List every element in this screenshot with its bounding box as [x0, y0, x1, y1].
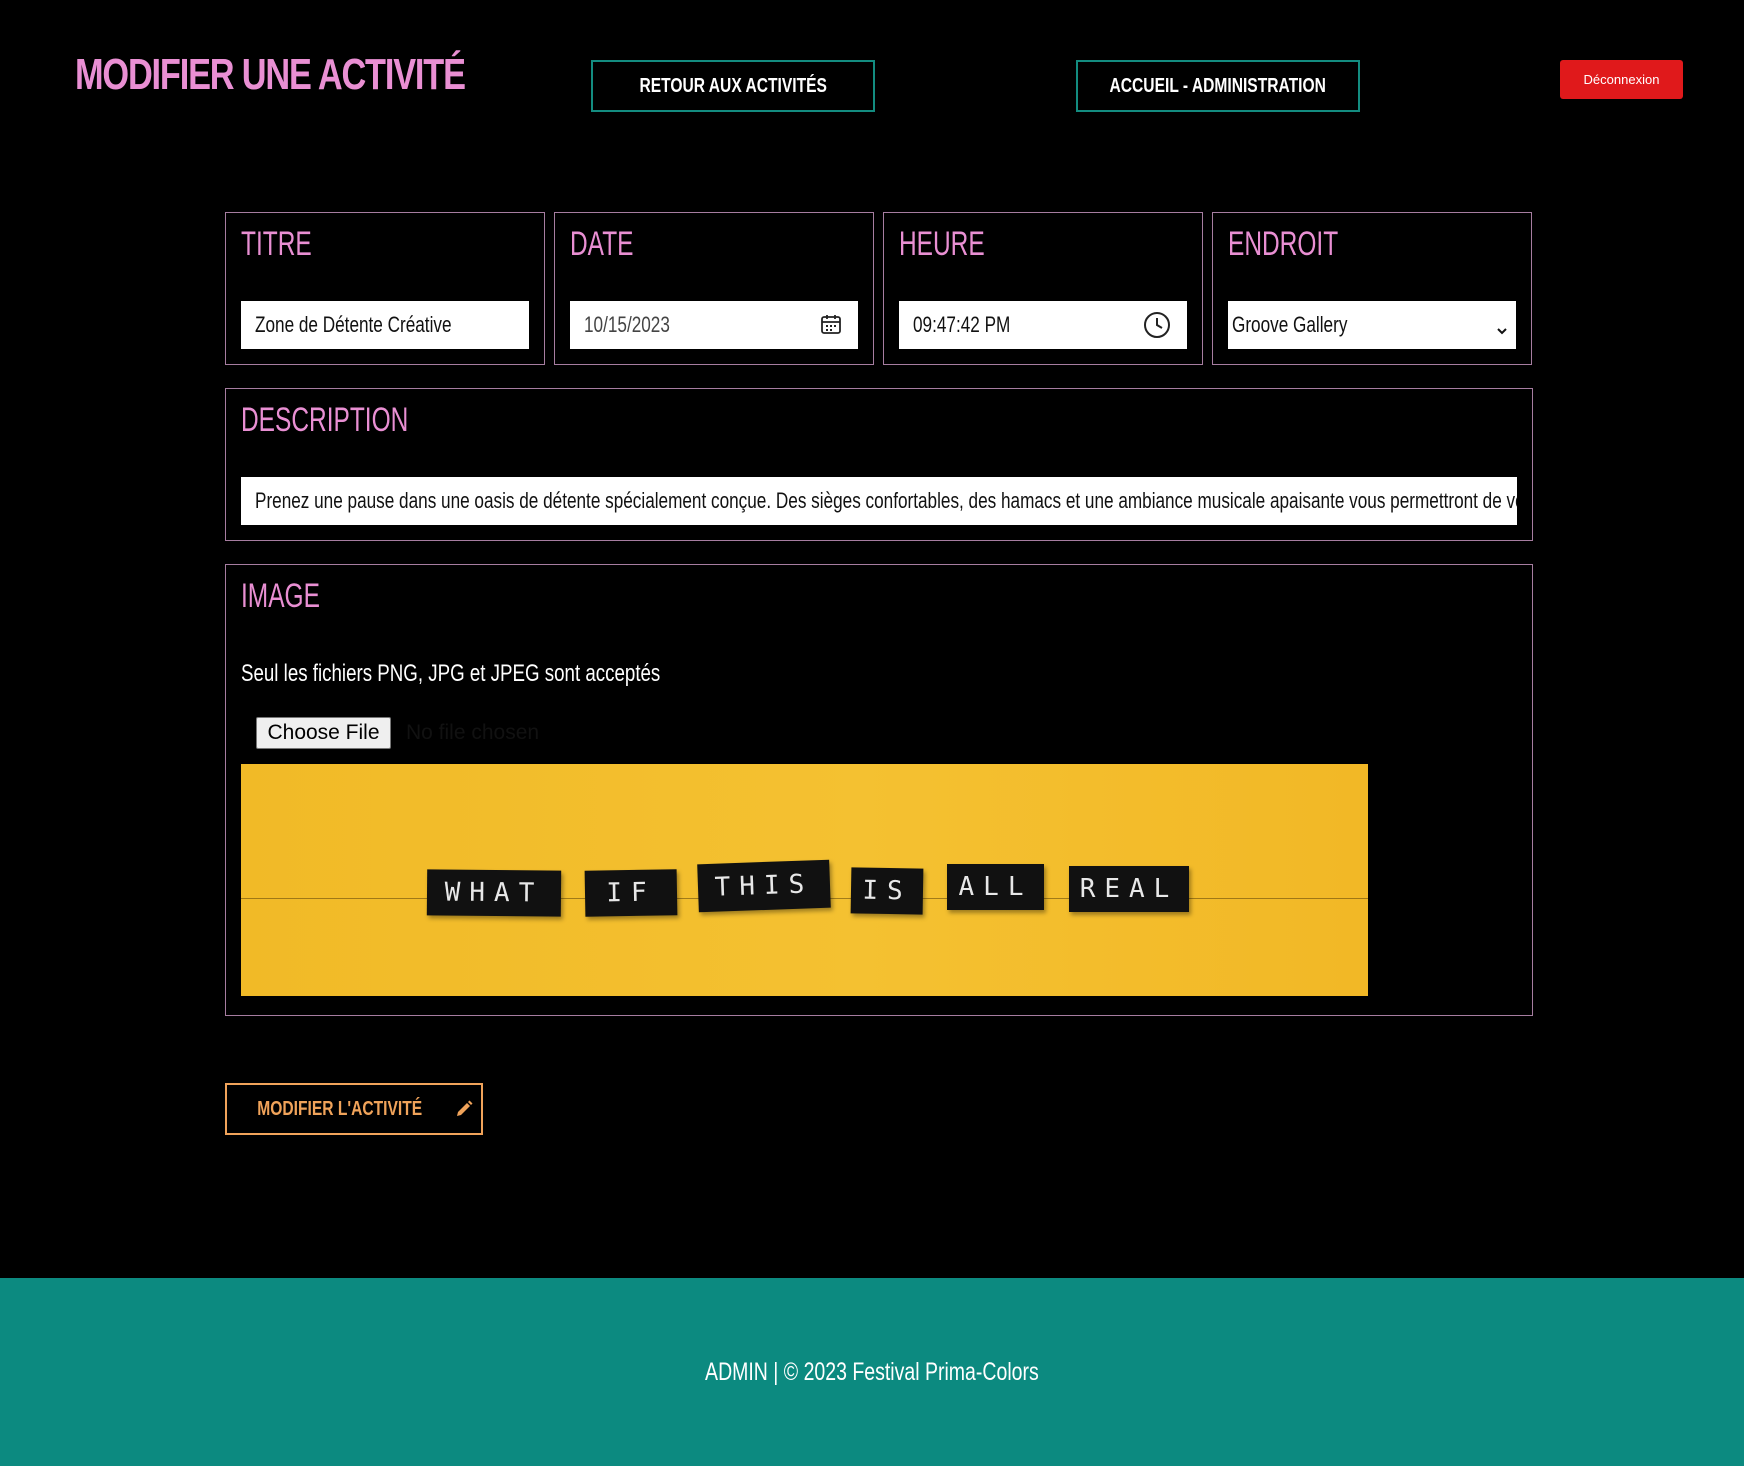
preview-word: REAL — [1069, 866, 1189, 912]
back-to-activities-button[interactable]: RETOUR AUX ACTIVITÉS — [591, 60, 875, 112]
location-box: ENDROIT Groove Gallery — [1212, 212, 1532, 365]
footer-text: ADMIN | © 2023 Festival Prima-Colors — [705, 1357, 1039, 1386]
page-title: MODIFIER UNE ACTIVITÉ — [75, 50, 466, 99]
preview-word: THIS — [697, 859, 831, 913]
choose-file-button[interactable]: Choose File — [256, 717, 391, 749]
submit-edit-activity-button[interactable]: MODIFIER L'ACTIVITÉ — [225, 1083, 483, 1135]
image-preview: WHAT IF THIS IS ALL REAL — [241, 764, 1368, 996]
logout-button[interactable]: Déconnexion — [1560, 60, 1683, 99]
date-label: DATE — [570, 225, 634, 263]
time-input-value: 09:47:42 PM — [913, 312, 1011, 337]
clock-icon[interactable] — [1143, 311, 1171, 345]
image-label: IMAGE — [241, 577, 320, 615]
back-to-activities-label: RETOUR AUX ACTIVITÉS — [639, 74, 827, 97]
time-input[interactable]: 09:47:42 PM — [899, 301, 1187, 349]
title-label: TITRE — [241, 225, 312, 263]
admin-home-button[interactable]: ACCUEIL - ADMINISTRATION — [1076, 60, 1360, 112]
description-label: DESCRIPTION — [241, 401, 409, 439]
location-label: ENDROIT — [1228, 225, 1339, 263]
file-status: No file chosen — [406, 721, 540, 744]
preview-word: ALL — [947, 864, 1044, 910]
description-box: DESCRIPTION Prenez une pause dans une oa… — [225, 388, 1533, 541]
date-box: DATE 10/15/2023 — [554, 212, 874, 365]
time-box: HEURE 09:47:42 PM — [883, 212, 1203, 365]
preview-word: IS — [850, 867, 924, 915]
submit-edit-activity-label: MODIFIER L'ACTIVITÉ — [257, 1097, 423, 1120]
title-input-value: Zone de Détente Créative — [255, 312, 452, 337]
title-input[interactable]: Zone de Détente Créative — [241, 301, 529, 349]
description-input-value: Prenez une pause dans une oasis de déten… — [255, 488, 1517, 513]
chevron-down-icon — [1496, 317, 1508, 343]
file-type-hint: Seul les fichiers PNG, JPG et JPEG sont … — [241, 660, 661, 687]
preview-word: WHAT — [426, 869, 562, 917]
time-label: HEURE — [899, 225, 985, 263]
preview-word: IF — [584, 869, 678, 917]
admin-home-label: ACCUEIL - ADMINISTRATION — [1109, 74, 1327, 97]
footer: ADMIN | © 2023 Festival Prima-Colors — [0, 1278, 1744, 1466]
description-input[interactable]: Prenez une pause dans une oasis de déten… — [241, 477, 1517, 525]
title-box: TITRE Zone de Détente Créative — [225, 212, 545, 365]
pencil-icon — [454, 1099, 474, 1119]
location-select-value: Groove Gallery — [1232, 312, 1348, 337]
calendar-icon[interactable] — [820, 313, 842, 341]
image-box: IMAGE Seul les fichiers PNG, JPG et JPEG… — [225, 564, 1533, 1016]
date-input[interactable]: 10/15/2023 — [570, 301, 858, 349]
date-input-value: 10/15/2023 — [584, 312, 670, 337]
location-select[interactable]: Groove Gallery — [1228, 301, 1516, 349]
